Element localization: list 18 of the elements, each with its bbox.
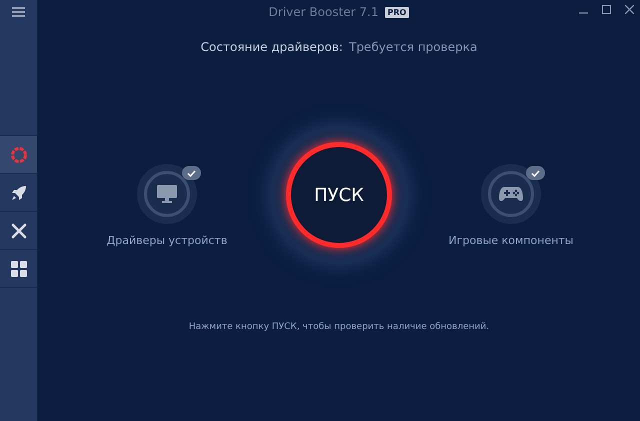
monitor-icon bbox=[157, 185, 177, 204]
close-icon[interactable] bbox=[625, 5, 634, 14]
scan-ring-icon bbox=[10, 146, 28, 164]
check-icon bbox=[531, 170, 540, 177]
component-label: Драйверы устройств bbox=[106, 233, 228, 250]
rocket-icon bbox=[10, 184, 28, 202]
scan-button[interactable]: ПУСК bbox=[286, 142, 392, 248]
status-label: Состояние драйверов: bbox=[200, 39, 343, 56]
check-icon bbox=[187, 170, 196, 177]
component-label: Игровые компоненты bbox=[448, 233, 574, 250]
status-value: Требуется проверка bbox=[348, 39, 478, 56]
gamepad-icon bbox=[499, 186, 523, 202]
grid-icon bbox=[10, 260, 26, 276]
window-title: Driver Booster 7.1 bbox=[268, 4, 378, 21]
maximize-icon[interactable] bbox=[602, 5, 611, 14]
hint-text: Нажмите кнопку ПУСК, чтобы проверить наличие обновлений. bbox=[188, 321, 490, 334]
pro-badge: PRO bbox=[384, 6, 410, 18]
menu-icon bbox=[12, 7, 25, 17]
